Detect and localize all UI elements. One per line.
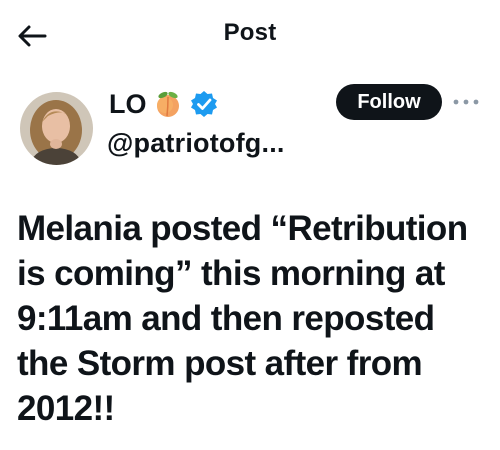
verified-badge-icon bbox=[190, 91, 217, 117]
author-handle[interactable]: @patriotofg... bbox=[107, 128, 285, 159]
follow-button[interactable]: Follow bbox=[336, 84, 442, 120]
more-options-button[interactable] bbox=[452, 92, 480, 112]
avatar[interactable] bbox=[20, 92, 93, 165]
more-horizontal-icon bbox=[453, 99, 479, 105]
post-text: Melania posted “Retribution is coming” t… bbox=[17, 209, 477, 428]
peach-icon bbox=[156, 91, 179, 117]
top-bar: Post bbox=[0, 0, 500, 68]
page-title: Post bbox=[223, 19, 277, 46]
name-row: LO bbox=[109, 86, 219, 122]
author-name[interactable]: LO bbox=[109, 89, 147, 120]
